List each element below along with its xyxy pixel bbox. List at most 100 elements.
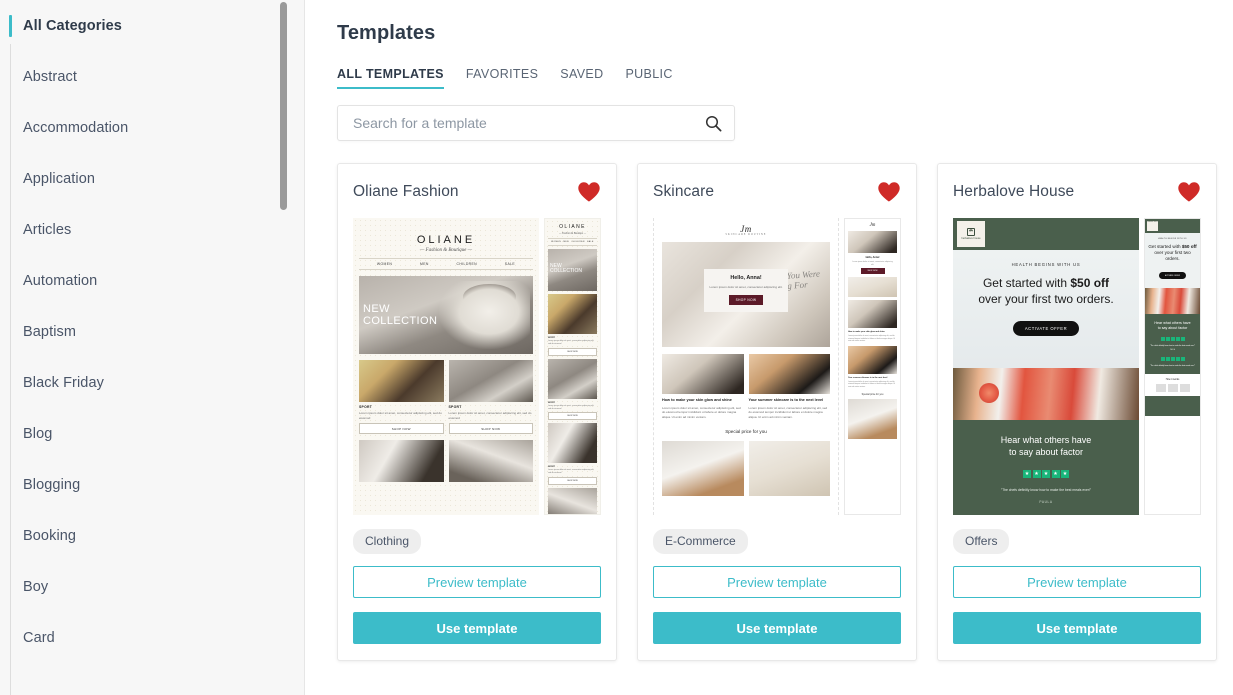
- product-button: SHOP NOW: [359, 423, 444, 434]
- offer-image: [662, 441, 744, 496]
- email-hero: NEW COLLECTION: [359, 276, 533, 354]
- brand-subtitle: SKINCARE ROUTINE: [725, 233, 767, 236]
- headline-post: over your first two orders.: [1154, 250, 1191, 262]
- offer-image: [748, 441, 830, 496]
- sidebar-item-baptism[interactable]: Baptism: [0, 306, 305, 357]
- mobile-greeting: Hello, Anna!: [865, 256, 880, 259]
- offer-headline: Get started with $50 off over your first…: [953, 275, 1139, 307]
- heart-icon[interactable]: [877, 181, 901, 203]
- template-thumbnail[interactable]: OLIANE — Fashion & Boutique — WOMEN MEN …: [353, 218, 601, 515]
- product-image: [359, 360, 444, 402]
- hero-body: Lorem ipsum dolor sit amet, consectetur …: [709, 285, 783, 290]
- star-icon: [1175, 336, 1180, 341]
- thumbnail-mobile-view: Jm Hello, Anna! Lorem ipsum dolor sit am…: [844, 218, 901, 515]
- sidebar-item-blog[interactable]: Blog: [0, 408, 305, 459]
- sidebar-item-label: Blogging: [23, 476, 81, 493]
- mobile-section-heading: How it works: [1165, 377, 1180, 381]
- email-offer-section: HEALTH BEGINS WITH US Get started with $…: [953, 250, 1139, 368]
- active-indicator: [9, 14, 12, 37]
- sidebar-scrollbar-thumb[interactable]: [280, 2, 287, 210]
- sidebar-item-black-friday[interactable]: Black Friday: [0, 357, 305, 408]
- sidebar-scrollbar-track[interactable]: [280, 0, 296, 695]
- sidebar-item-blogging[interactable]: Blogging: [0, 459, 305, 510]
- thumbnail-mobile-view: herbalove house HEALTH BEGINS WITH US Ge…: [1144, 218, 1201, 515]
- email-nav-mobile: WOMEN MEN CHILDREN SALE: [548, 238, 597, 246]
- email-product-cell: [359, 440, 444, 482]
- template-card[interactable]: Oliane Fashion OLIANE — Fashion & Boutiq…: [337, 163, 617, 661]
- mobile-article-image: [848, 300, 897, 329]
- mobile-hero-text: NEW COLLECTION: [550, 263, 582, 275]
- sidebar-item-label: All Categories: [23, 17, 122, 34]
- mobile-quote: "The chefs definitly know how to make th…: [1150, 365, 1195, 368]
- headline-strong: $50 off: [1181, 244, 1197, 249]
- template-thumbnail[interactable]: Jm SKINCARE ROUTINE You Knew You Were Lo…: [653, 218, 901, 515]
- email-preview-oliane: OLIANE — Fashion & Boutique — WOMEN MEN …: [353, 218, 539, 515]
- tab-public[interactable]: PUBLIC: [625, 67, 672, 89]
- star-rating: ★ ★ ★ ★ ★: [953, 470, 1139, 479]
- template-tag[interactable]: Offers: [953, 529, 1010, 554]
- leaf-icon: ☘: [967, 227, 975, 236]
- sidebar-item-boy[interactable]: Boy: [0, 561, 305, 612]
- product-image: [448, 440, 533, 482]
- use-template-button[interactable]: Use template: [953, 612, 1201, 644]
- card-header: Oliane Fashion: [353, 178, 601, 206]
- sidebar-item-articles[interactable]: Articles: [0, 204, 305, 255]
- sidebar-item-booking[interactable]: Booking: [0, 510, 305, 561]
- sidebar-item-all-categories[interactable]: All Categories: [0, 0, 305, 51]
- sidebar-item-label: Accommodation: [23, 119, 129, 136]
- step-icon: [1167, 383, 1178, 392]
- mobile-offer-section: HEALTH BEGINS WITH US Get started with $…: [1145, 233, 1200, 288]
- star-icon: [1165, 357, 1170, 362]
- heart-icon[interactable]: [1177, 181, 1201, 203]
- thumbnail-desktop-view: Jm SKINCARE ROUTINE You Knew You Were Lo…: [653, 218, 839, 515]
- mobile-howitworks-section: How it works: [1145, 373, 1200, 396]
- sidebar-item-automation[interactable]: Automation: [0, 255, 305, 306]
- email-nav-item: MEN: [420, 262, 429, 266]
- preview-template-button[interactable]: Preview template: [353, 566, 601, 598]
- templates-panel: Templates ALL TEMPLATES FAVORITES SAVED PUB…: [305, 0, 1233, 695]
- mobile-hero: NEW COLLECTION: [548, 249, 597, 291]
- sidebar-item-accommodation[interactable]: Accommodation: [0, 102, 305, 153]
- product-label: SPORT: [448, 405, 462, 409]
- email-offer-cell: [748, 441, 830, 496]
- preview-template-button[interactable]: Preview template: [653, 566, 901, 598]
- mobile-image: [848, 277, 897, 298]
- template-title: Skincare: [653, 183, 715, 200]
- hero-line-1: NEW: [363, 303, 390, 316]
- email-offer-cell: [662, 441, 744, 496]
- email-nav-item: SALE: [587, 241, 594, 243]
- search-input[interactable]: [351, 114, 705, 132]
- mobile-headline: Get started with $50 off over your first…: [1148, 244, 1197, 263]
- email-article-cell: Your summer skincare is to the next leve…: [748, 354, 830, 419]
- template-tag[interactable]: Clothing: [353, 529, 422, 554]
- sidebar-item-application[interactable]: Application: [0, 153, 305, 204]
- tab-favorites[interactable]: FAVORITES: [466, 67, 538, 89]
- preview-template-button[interactable]: Preview template: [953, 566, 1201, 598]
- article-body: Lorem ipsum dolor sit amet, consectetur …: [748, 405, 828, 419]
- template-card-grid: Oliane Fashion OLIANE — Fashion & Boutiq…: [337, 163, 1217, 661]
- star-icon: [1165, 336, 1170, 341]
- template-card[interactable]: Skincare Jm SKINCARE ROUTINE You Were Fo…: [637, 163, 917, 661]
- offer-kicker: HEALTH BEGINS WITH US: [1011, 262, 1081, 267]
- template-card[interactable]: Herbalove House ☘ herbalove house HEALTH…: [937, 163, 1217, 661]
- tab-all-templates[interactable]: ALL TEMPLATES: [337, 67, 444, 89]
- card-header: Herbalove House: [953, 178, 1201, 206]
- mobile-quote-author: PAULA: [1169, 350, 1176, 352]
- sidebar-item-abstract[interactable]: Abstract: [0, 51, 305, 102]
- template-thumbnail[interactable]: ☘ herbalove house HEALTH BEGINS WITH US …: [953, 218, 1201, 515]
- mobile-article-title: Your summer skincare is to the next leve…: [848, 376, 888, 379]
- template-tag[interactable]: E-Commerce: [653, 529, 748, 554]
- hero-cta-button: SHOP NOW: [728, 295, 764, 306]
- testimonial-headline-line-2: to say about factor: [1008, 447, 1084, 458]
- product-body: Lorem ipsum dolor sit amet, consectetur …: [359, 411, 442, 420]
- sidebar-item-label: Baptism: [23, 323, 77, 340]
- use-template-button[interactable]: Use template: [653, 612, 901, 644]
- tab-saved[interactable]: SAVED: [560, 67, 603, 89]
- use-template-button[interactable]: Use template: [353, 612, 601, 644]
- mobile-article-image: [848, 345, 897, 374]
- search-icon[interactable]: [705, 115, 722, 132]
- template-tabs: ALL TEMPLATES FAVORITES SAVED PUBLIC: [337, 67, 1213, 89]
- search-bar[interactable]: [337, 105, 735, 141]
- heart-icon[interactable]: [577, 181, 601, 203]
- sidebar-item-card[interactable]: Card: [0, 612, 305, 663]
